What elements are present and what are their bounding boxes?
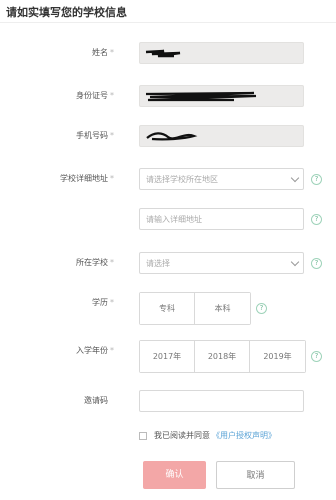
help-icon[interactable]: ? — [311, 214, 322, 225]
year-option-2018[interactable]: 2018年 — [195, 341, 250, 372]
agreement-row: 我已阅读并同意 《用户授权声明》 — [139, 430, 276, 441]
region-select[interactable]: 请选择学校所在地区 — [139, 168, 304, 190]
help-icon[interactable]: ? — [311, 174, 322, 185]
required-mark: * — [110, 174, 114, 183]
required-mark: * — [110, 131, 114, 140]
school-label: 所在学校 — [76, 258, 108, 267]
required-mark: * — [110, 91, 114, 100]
invite-code-label: 邀请码 — [84, 396, 108, 405]
help-icon[interactable]: ? — [256, 303, 267, 314]
confirm-button[interactable]: 确认 — [143, 461, 206, 489]
detail-address-input[interactable]: 请输入详细地址 — [139, 208, 304, 230]
required-mark: * — [110, 258, 114, 267]
region-placeholder: 请选择学校所在地区 — [146, 175, 218, 184]
chevron-down-icon — [290, 257, 300, 267]
year-option-2019[interactable]: 2019年 — [250, 341, 305, 372]
chevron-down-icon — [290, 173, 300, 183]
enroll-year-label: 入学年份 — [76, 346, 108, 355]
help-icon[interactable]: ? — [311, 258, 322, 269]
phone-label: 手机号码 — [76, 131, 108, 140]
education-option-bachelor[interactable]: 本科 — [195, 293, 250, 324]
cancel-button[interactable]: 取消 — [216, 461, 295, 489]
page-title: 请如实填写您的学校信息 — [6, 6, 127, 19]
required-mark: * — [110, 346, 114, 355]
required-mark: * — [110, 298, 114, 307]
education-segmented: 专科 本科 — [139, 292, 251, 325]
enroll-year-segmented: 2017年 2018年 2019年 — [139, 340, 306, 373]
education-label: 学历 — [92, 298, 108, 307]
name-field[interactable] — [139, 42, 304, 64]
school-address-label: 学校详细地址 — [60, 174, 108, 183]
phone-field[interactable] — [139, 125, 304, 147]
redaction-scribble — [146, 132, 198, 141]
year-option-2017[interactable]: 2017年 — [140, 341, 195, 372]
agreement-text: 我已阅读并同意 — [154, 431, 210, 440]
id-number-label: 身份证号 — [76, 91, 108, 100]
invite-code-input[interactable] — [139, 390, 304, 412]
school-placeholder: 请选择 — [146, 259, 170, 268]
agreement-checkbox[interactable] — [139, 431, 147, 440]
title-divider — [0, 22, 336, 23]
education-option-junior-college[interactable]: 专科 — [140, 293, 195, 324]
name-label: 姓名 — [92, 48, 108, 57]
help-icon[interactable]: ? — [311, 351, 322, 362]
redaction-scribble — [145, 49, 181, 58]
user-authorization-link[interactable]: 《用户授权声明》 — [212, 430, 276, 441]
required-mark: * — [110, 48, 114, 57]
detail-address-placeholder: 请输入详细地址 — [146, 215, 202, 224]
redaction-scribble — [145, 91, 257, 102]
school-select[interactable]: 请选择 — [139, 252, 304, 274]
id-number-field[interactable] — [139, 85, 304, 107]
